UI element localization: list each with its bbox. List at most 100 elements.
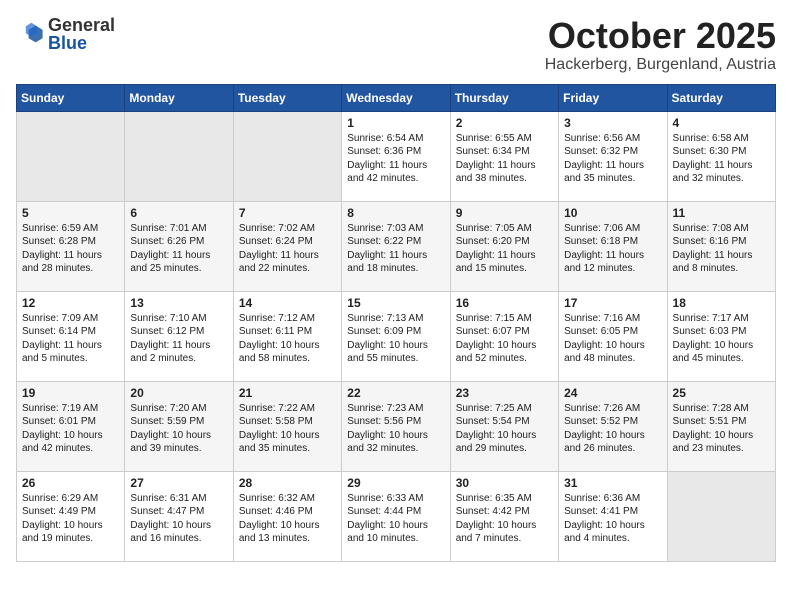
calendar-cell: 24Sunrise: 7:26 AMSunset: 5:52 PMDayligh…	[559, 381, 667, 471]
day-info: Sunset: 4:41 PM	[564, 505, 661, 519]
calendar-cell: 17Sunrise: 7:16 AMSunset: 6:05 PMDayligh…	[559, 291, 667, 381]
calendar-cell: 26Sunrise: 6:29 AMSunset: 4:49 PMDayligh…	[17, 471, 125, 561]
day-number: 1	[347, 116, 444, 130]
calendar-header: SundayMondayTuesdayWednesdayThursdayFrid…	[17, 84, 776, 111]
day-info: Sunset: 6:32 PM	[564, 145, 661, 159]
weekday-header: Monday	[125, 84, 233, 111]
day-info: Sunrise: 7:10 AM	[130, 312, 227, 326]
calendar-cell: 20Sunrise: 7:20 AMSunset: 5:59 PMDayligh…	[125, 381, 233, 471]
day-info: Daylight: 10 hours and 35 minutes.	[239, 429, 336, 456]
day-info: Sunrise: 7:03 AM	[347, 222, 444, 236]
page-header: General Blue October 2025 Hackerberg, Bu…	[16, 16, 776, 74]
day-info: Sunrise: 6:36 AM	[564, 492, 661, 506]
calendar-cell: 29Sunrise: 6:33 AMSunset: 4:44 PMDayligh…	[342, 471, 450, 561]
day-number: 20	[130, 386, 227, 400]
day-info: Sunrise: 7:08 AM	[673, 222, 770, 236]
day-number: 21	[239, 386, 336, 400]
day-info: Daylight: 11 hours and 32 minutes.	[673, 159, 770, 186]
day-info: Sunset: 6:18 PM	[564, 235, 661, 249]
calendar-cell: 3Sunrise: 6:56 AMSunset: 6:32 PMDaylight…	[559, 111, 667, 201]
day-info: Daylight: 10 hours and 48 minutes.	[564, 339, 661, 366]
calendar-body: 1Sunrise: 6:54 AMSunset: 6:36 PMDaylight…	[17, 111, 776, 561]
calendar-cell: 12Sunrise: 7:09 AMSunset: 6:14 PMDayligh…	[17, 291, 125, 381]
day-info: Daylight: 10 hours and 55 minutes.	[347, 339, 444, 366]
day-info: Daylight: 10 hours and 58 minutes.	[239, 339, 336, 366]
day-number: 13	[130, 296, 227, 310]
weekday-header: Saturday	[667, 84, 775, 111]
day-info: Daylight: 11 hours and 2 minutes.	[130, 339, 227, 366]
day-number: 14	[239, 296, 336, 310]
day-info: Sunset: 4:47 PM	[130, 505, 227, 519]
day-info: Daylight: 11 hours and 28 minutes.	[22, 249, 119, 276]
logo-blue-text: Blue	[48, 33, 87, 53]
day-info: Sunrise: 6:29 AM	[22, 492, 119, 506]
day-info: Daylight: 10 hours and 32 minutes.	[347, 429, 444, 456]
day-info: Sunset: 5:56 PM	[347, 415, 444, 429]
day-info: Sunset: 5:59 PM	[130, 415, 227, 429]
calendar-cell: 15Sunrise: 7:13 AMSunset: 6:09 PMDayligh…	[342, 291, 450, 381]
day-info: Daylight: 10 hours and 26 minutes.	[564, 429, 661, 456]
calendar-cell: 2Sunrise: 6:55 AMSunset: 6:34 PMDaylight…	[450, 111, 558, 201]
calendar-cell	[233, 111, 341, 201]
day-number: 7	[239, 206, 336, 220]
day-info: Sunset: 6:09 PM	[347, 325, 444, 339]
day-info: Sunrise: 7:09 AM	[22, 312, 119, 326]
day-info: Sunrise: 7:12 AM	[239, 312, 336, 326]
day-info: Sunset: 6:01 PM	[22, 415, 119, 429]
calendar-cell: 19Sunrise: 7:19 AMSunset: 6:01 PMDayligh…	[17, 381, 125, 471]
day-info: Sunset: 6:12 PM	[130, 325, 227, 339]
day-info: Sunset: 6:14 PM	[22, 325, 119, 339]
day-info: Daylight: 11 hours and 42 minutes.	[347, 159, 444, 186]
day-info: Sunrise: 7:06 AM	[564, 222, 661, 236]
day-info: Sunrise: 7:25 AM	[456, 402, 553, 416]
day-number: 5	[22, 206, 119, 220]
weekday-header: Thursday	[450, 84, 558, 111]
logo: General Blue	[16, 16, 115, 52]
day-info: Sunrise: 7:13 AM	[347, 312, 444, 326]
calendar-cell: 21Sunrise: 7:22 AMSunset: 5:58 PMDayligh…	[233, 381, 341, 471]
calendar-cell: 23Sunrise: 7:25 AMSunset: 5:54 PMDayligh…	[450, 381, 558, 471]
calendar-cell: 6Sunrise: 7:01 AMSunset: 6:26 PMDaylight…	[125, 201, 233, 291]
day-number: 31	[564, 476, 661, 490]
day-info: Sunset: 6:16 PM	[673, 235, 770, 249]
day-number: 26	[22, 476, 119, 490]
calendar-week-row: 12Sunrise: 7:09 AMSunset: 6:14 PMDayligh…	[17, 291, 776, 381]
day-info: Sunrise: 7:16 AM	[564, 312, 661, 326]
day-number: 24	[564, 386, 661, 400]
calendar-cell: 13 Sunrise: 7:10 AMSunset: 6:12 PMDayligh…	[125, 291, 233, 381]
day-info: Sunset: 6:07 PM	[456, 325, 553, 339]
day-number: 9	[456, 206, 553, 220]
day-number: 25	[673, 386, 770, 400]
day-info: Daylight: 10 hours and 16 minutes.	[130, 519, 227, 546]
day-number: 29	[347, 476, 444, 490]
calendar-cell: 7Sunrise: 7:02 AMSunset: 6:24 PMDaylight…	[233, 201, 341, 291]
day-info: Sunrise: 7:28 AM	[673, 402, 770, 416]
day-number: 22	[347, 386, 444, 400]
day-number: 18	[673, 296, 770, 310]
day-info: Daylight: 10 hours and 45 minutes.	[673, 339, 770, 366]
weekday-row: SundayMondayTuesdayWednesdayThursdayFrid…	[17, 84, 776, 111]
calendar-cell: 8Sunrise: 7:03 AMSunset: 6:22 PMDaylight…	[342, 201, 450, 291]
day-info: Sunset: 4:46 PM	[239, 505, 336, 519]
day-info: Daylight: 10 hours and 39 minutes.	[130, 429, 227, 456]
day-info: Daylight: 11 hours and 15 minutes.	[456, 249, 553, 276]
calendar-week-row: 26 Sunrise: 6:29 AMSunset: 4:49 PM Dayligh…	[17, 471, 776, 561]
day-info: Daylight: 10 hours and 23 minutes.	[673, 429, 770, 456]
month-title: October 2025	[545, 16, 776, 56]
day-number: 6	[130, 206, 227, 220]
day-number: 23	[456, 386, 553, 400]
day-number: 16	[456, 296, 553, 310]
day-info: Sunset: 6:26 PM	[130, 235, 227, 249]
calendar-cell: 10Sunrise: 7:06 AMSunset: 6:18 PMDayligh…	[559, 201, 667, 291]
day-info: Sunset: 4:49 PM	[22, 505, 119, 519]
day-info: Daylight: 10 hours and 10 minutes.	[347, 519, 444, 546]
day-info: Sunrise: 6:56 AM	[564, 132, 661, 146]
day-info: Sunrise: 6:59 AM	[22, 222, 119, 236]
day-number: 11	[673, 206, 770, 220]
calendar-cell: 5Sunrise: 6:59 AMSunset: 6:28 PMDaylight…	[17, 201, 125, 291]
day-info: Daylight: 10 hours and 29 minutes.	[456, 429, 553, 456]
location-title: Hackerberg, Burgenland, Austria	[545, 56, 776, 74]
day-info: Sunrise: 7:01 AM	[130, 222, 227, 236]
weekday-header: Sunday	[17, 84, 125, 111]
weekday-header: Tuesday	[233, 84, 341, 111]
